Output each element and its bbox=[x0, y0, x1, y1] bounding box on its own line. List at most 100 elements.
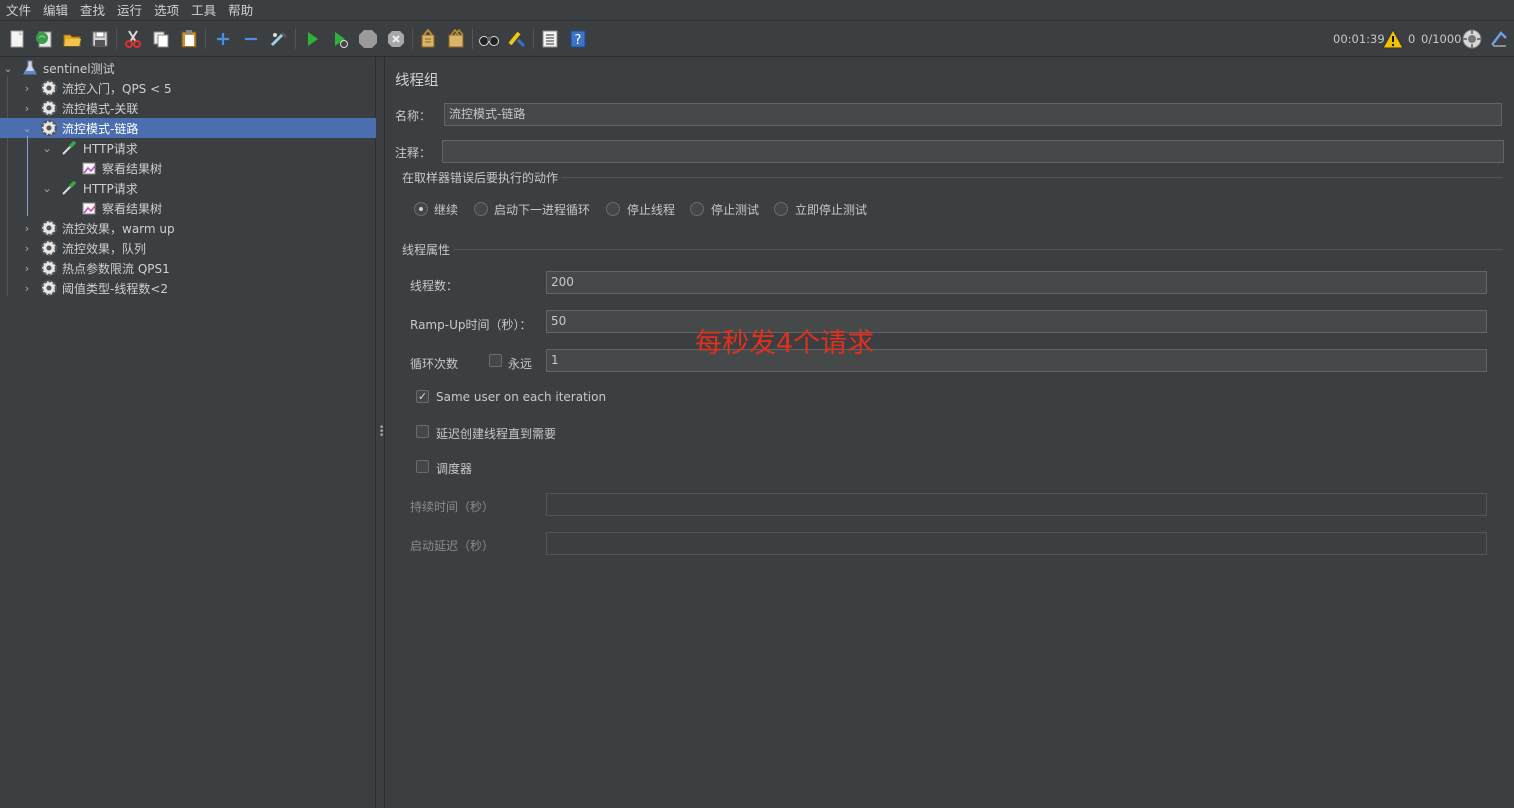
new-icon[interactable] bbox=[5, 27, 29, 51]
gear-icon bbox=[40, 259, 58, 277]
chevron-right-icon[interactable]: › bbox=[21, 102, 33, 115]
tree-item-thread-group[interactable]: › 流控效果，队列 bbox=[0, 238, 376, 258]
thread-count-label: 线程数： bbox=[410, 279, 459, 293]
toolbar: ? 00:01:39 0 0/1000 bbox=[0, 21, 1514, 57]
elapsed-time: 00:01:39 bbox=[1333, 32, 1385, 46]
drag-handle-icon[interactable]: • • • bbox=[379, 424, 384, 441]
chevron-down-icon[interactable]: ⌄ bbox=[41, 142, 53, 155]
radio-stop-thread[interactable] bbox=[606, 202, 620, 216]
remote-status-icon[interactable] bbox=[1460, 27, 1484, 51]
tree-item-thread-group[interactable]: › 阈值类型-线程数<2 bbox=[0, 278, 376, 298]
reset-search-icon[interactable] bbox=[505, 27, 529, 51]
tree-item-thread-group[interactable]: › 流控效果，warm up bbox=[0, 218, 376, 238]
forever-checkbox[interactable] bbox=[489, 354, 502, 367]
chevron-right-icon[interactable]: › bbox=[21, 282, 33, 295]
open-icon[interactable] bbox=[60, 27, 84, 51]
gear-icon bbox=[40, 119, 58, 137]
same-user-checkbox[interactable]: ✓ bbox=[416, 390, 429, 403]
chevron-down-icon[interactable]: ⌄ bbox=[21, 122, 33, 135]
name-label: 名称： bbox=[395, 109, 432, 123]
gear-icon bbox=[40, 219, 58, 237]
comment-field[interactable] bbox=[442, 140, 1504, 163]
chevron-right-icon[interactable]: › bbox=[21, 222, 33, 235]
warning-icon[interactable] bbox=[1381, 27, 1405, 51]
menu-file[interactable]: 文件 bbox=[0, 0, 37, 21]
menu-edit[interactable]: 编辑 bbox=[37, 0, 74, 21]
graph-icon bbox=[80, 159, 98, 177]
tree-item-http-request[interactable]: ⌄ HTTP请求 bbox=[0, 178, 376, 198]
active-threads: 0/1000 bbox=[1421, 32, 1462, 46]
loop-count-label: 循环次数 bbox=[410, 357, 459, 371]
svg-text:?: ? bbox=[575, 33, 582, 48]
radio-start-next-loop-label: 启动下一进程循环 bbox=[494, 203, 591, 217]
shutdown-icon[interactable] bbox=[384, 27, 408, 51]
radio-continue[interactable] bbox=[414, 202, 428, 216]
chevron-right-icon[interactable]: › bbox=[21, 82, 33, 95]
toggle-icon[interactable] bbox=[267, 27, 291, 51]
chevron-down-icon[interactable]: ⌄ bbox=[2, 62, 14, 75]
tree-item-thread-group[interactable]: › 流控入门，QPS < 5 bbox=[0, 78, 376, 98]
log-viewer-icon[interactable] bbox=[1487, 27, 1511, 51]
same-user-label: Same user on each iteration bbox=[436, 390, 607, 404]
help-icon[interactable]: ? bbox=[566, 27, 590, 51]
scheduler-label: 调度器 bbox=[436, 462, 473, 476]
loop-count-field[interactable]: 1 bbox=[546, 349, 1487, 372]
radio-stop-test-label: 停止测试 bbox=[711, 203, 760, 217]
copy-icon[interactable] bbox=[149, 27, 173, 51]
paste-icon[interactable] bbox=[177, 27, 201, 51]
chevron-down-icon[interactable]: ⌄ bbox=[41, 182, 53, 195]
clear-icon[interactable] bbox=[416, 27, 440, 51]
stop-icon[interactable] bbox=[356, 27, 380, 51]
chevron-right-icon[interactable]: › bbox=[21, 242, 33, 255]
thread-props-section: 线程属性 bbox=[402, 243, 451, 257]
rampup-field[interactable]: 50 bbox=[546, 310, 1487, 333]
gear-icon bbox=[40, 239, 58, 257]
name-field[interactable]: 流控模式-链路 bbox=[444, 103, 1502, 126]
tree-item-thread-group-selected[interactable]: ⌄ 流控模式-链路 bbox=[0, 118, 376, 138]
clear-all-icon[interactable] bbox=[444, 27, 468, 51]
chevron-right-icon[interactable]: › bbox=[21, 262, 33, 275]
forever-label: 永远 bbox=[508, 357, 533, 371]
pipette-icon bbox=[60, 179, 78, 197]
menu-tools[interactable]: 工具 bbox=[185, 0, 222, 21]
pipette-icon bbox=[60, 139, 78, 157]
warning-count: 0 bbox=[1408, 32, 1416, 46]
menu-options[interactable]: 选项 bbox=[148, 0, 185, 21]
radio-start-next-loop[interactable] bbox=[474, 202, 488, 216]
templates-icon[interactable] bbox=[32, 27, 56, 51]
tree-item-thread-group[interactable]: › 流控模式-关联 bbox=[0, 98, 376, 118]
tree-item-thread-group[interactable]: › 热点参数限流 QPS1 bbox=[0, 258, 376, 278]
duration-field[interactable] bbox=[546, 493, 1487, 516]
scheduler-checkbox[interactable] bbox=[416, 460, 429, 473]
radio-stop-thread-label: 停止线程 bbox=[627, 203, 676, 217]
radio-stop-test-now[interactable] bbox=[774, 202, 788, 216]
search-icon[interactable] bbox=[477, 27, 501, 51]
tree-root[interactable]: ⌄ sentinel测试 bbox=[0, 58, 376, 78]
flask-icon bbox=[21, 59, 39, 77]
tree-item-results-tree[interactable]: 察看结果树 bbox=[0, 158, 376, 178]
menu-help[interactable]: 帮助 bbox=[222, 0, 259, 21]
start-icon[interactable] bbox=[300, 27, 324, 51]
gear-icon bbox=[40, 279, 58, 297]
menu-search[interactable]: 查找 bbox=[74, 0, 111, 21]
cut-icon[interactable] bbox=[121, 27, 145, 51]
annotation-text: 每秒发4个请求 bbox=[695, 328, 875, 359]
delay-thread-creation-checkbox[interactable] bbox=[416, 425, 429, 438]
page-title: 线程组 bbox=[395, 73, 439, 89]
duration-label: 持续时间（秒） bbox=[410, 500, 495, 514]
tree-item-http-request[interactable]: ⌄ HTTP请求 bbox=[0, 138, 376, 158]
delay-thread-creation-label: 延迟创建线程直到需要 bbox=[436, 427, 557, 441]
start-no-pause-icon[interactable] bbox=[328, 27, 352, 51]
tree-item-results-tree[interactable]: 察看结果树 bbox=[0, 198, 376, 218]
function-helper-icon[interactable] bbox=[538, 27, 562, 51]
test-plan-tree: ⌄ sentinel测试 › 流控入门，QPS < 5 › 流控模式-关联 ⌄ … bbox=[0, 57, 376, 808]
radio-stop-test[interactable] bbox=[690, 202, 704, 216]
save-icon[interactable] bbox=[88, 27, 112, 51]
startup-delay-label: 启动延迟（秒） bbox=[410, 539, 495, 553]
menu-run[interactable]: 运行 bbox=[111, 0, 148, 21]
startup-delay-field[interactable] bbox=[546, 532, 1487, 555]
thread-count-field[interactable]: 200 bbox=[546, 271, 1487, 294]
collapse-icon[interactable] bbox=[239, 27, 263, 51]
expand-icon[interactable] bbox=[211, 27, 235, 51]
radio-stop-test-now-label: 立即停止测试 bbox=[795, 203, 868, 217]
